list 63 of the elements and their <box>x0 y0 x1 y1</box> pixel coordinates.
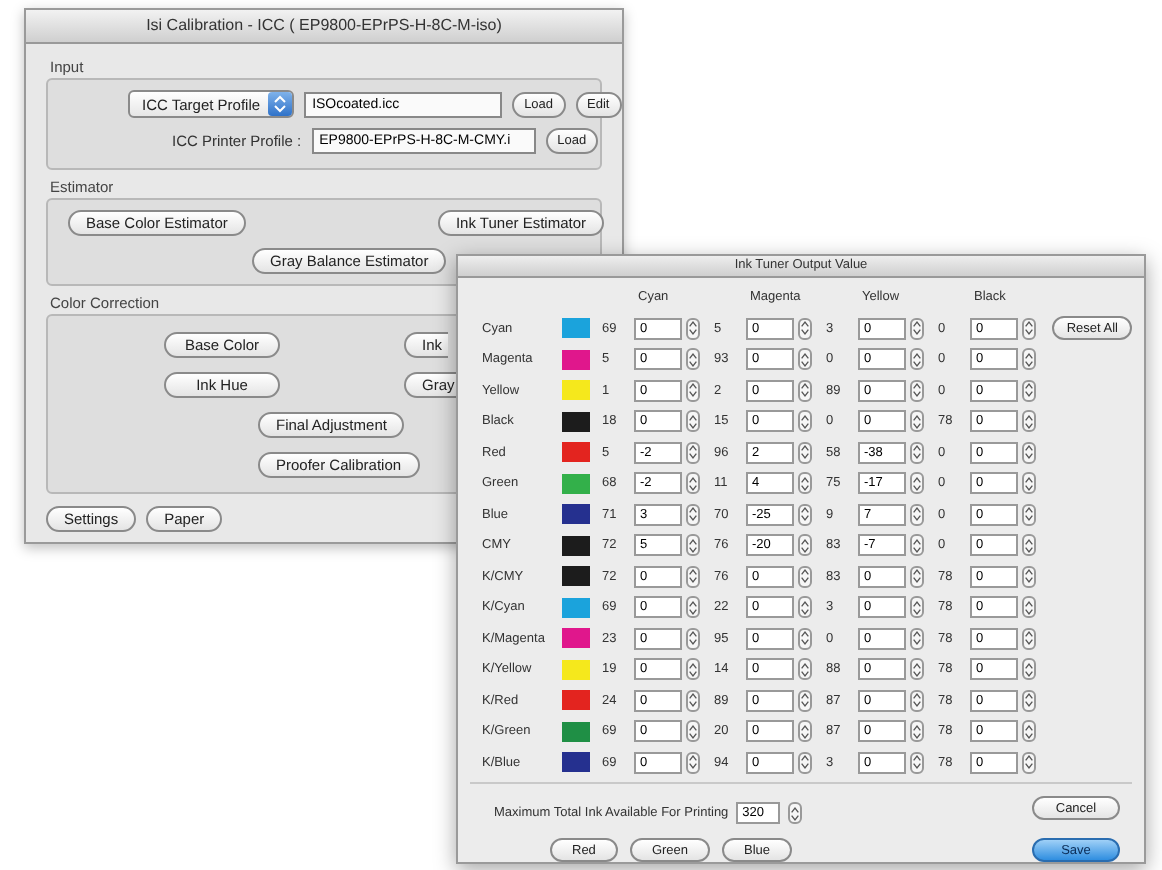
stepper-icon[interactable] <box>268 92 293 116</box>
stepper-icon[interactable] <box>1022 410 1036 433</box>
stepper-icon[interactable] <box>798 379 812 402</box>
stepper-icon[interactable] <box>910 410 924 433</box>
stepper-icon[interactable] <box>1022 348 1036 371</box>
stepper-icon[interactable] <box>798 410 812 433</box>
stepper-icon[interactable] <box>686 317 700 340</box>
stepper-icon[interactable] <box>798 441 812 464</box>
stepper-icon[interactable] <box>910 689 924 712</box>
stepper-icon[interactable] <box>686 410 700 433</box>
stepper-icon[interactable] <box>798 596 812 619</box>
stepper-icon[interactable] <box>798 720 812 743</box>
stepper-icon[interactable] <box>910 534 924 557</box>
stepper-icon[interactable] <box>686 658 700 681</box>
stepper-icon[interactable] <box>1022 379 1036 402</box>
stepper-icon[interactable] <box>1022 658 1036 681</box>
stepper-icon[interactable] <box>1022 317 1036 340</box>
stepper-icon[interactable] <box>910 658 924 681</box>
stepper-icon[interactable] <box>910 596 924 619</box>
stepper-icon[interactable] <box>1022 751 1036 774</box>
stepper-icon[interactable] <box>1022 534 1036 557</box>
stepper-icon[interactable] <box>910 565 924 588</box>
stepper-icon[interactable] <box>686 565 700 588</box>
stepper-icon[interactable] <box>686 503 700 526</box>
stepper-icon[interactable] <box>686 751 700 774</box>
stepper-icon[interactable] <box>1022 441 1036 464</box>
stepper-icon[interactable] <box>910 348 924 371</box>
stepper-icon[interactable] <box>1022 472 1036 495</box>
window-title: Isi Calibration - ICC ( EP9800-EPrPS-H-8C-M-iso) <box>26 10 622 44</box>
stepper-icon[interactable] <box>798 534 812 557</box>
stepper-icon[interactable] <box>798 472 812 495</box>
stepper-icon[interactable] <box>686 720 700 743</box>
stepper-icon[interactable] <box>686 627 700 650</box>
stepper-icon[interactable] <box>1022 565 1036 588</box>
stepper-icon[interactable] <box>798 627 812 650</box>
stepper-icon[interactable] <box>798 689 812 712</box>
stepper-icon[interactable] <box>910 503 924 526</box>
stepper-icon[interactable] <box>910 379 924 402</box>
stepper-icon[interactable] <box>798 751 812 774</box>
stepper-icon[interactable] <box>910 317 924 340</box>
stepper-icon[interactable] <box>910 441 924 464</box>
stepper-icon[interactable] <box>686 596 700 619</box>
stepper-icon[interactable] <box>910 627 924 650</box>
stepper-icon[interactable] <box>910 472 924 495</box>
stepper-icon[interactable] <box>798 565 812 588</box>
stepper-icon[interactable] <box>788 802 803 824</box>
stepper-icon[interactable] <box>1022 689 1036 712</box>
stepper-icon[interactable] <box>1022 720 1036 743</box>
stepper-icon[interactable] <box>910 720 924 743</box>
stepper-icon[interactable] <box>1022 596 1036 619</box>
stepper-icon[interactable] <box>798 658 812 681</box>
stepper-icon[interactable] <box>686 348 700 371</box>
stepper-icon[interactable] <box>798 348 812 371</box>
stepper-icon[interactable] <box>1022 627 1036 650</box>
stepper-icon[interactable] <box>798 503 812 526</box>
stepper-icon[interactable] <box>798 317 812 340</box>
stepper-icon[interactable] <box>1022 503 1036 526</box>
stepper-icon[interactable] <box>686 441 700 464</box>
stepper-icon[interactable] <box>686 472 700 495</box>
stepper-icon[interactable] <box>686 379 700 402</box>
stepper-icon[interactable] <box>686 689 700 712</box>
stepper-icon[interactable] <box>686 534 700 557</box>
stepper-icon[interactable] <box>910 751 924 774</box>
